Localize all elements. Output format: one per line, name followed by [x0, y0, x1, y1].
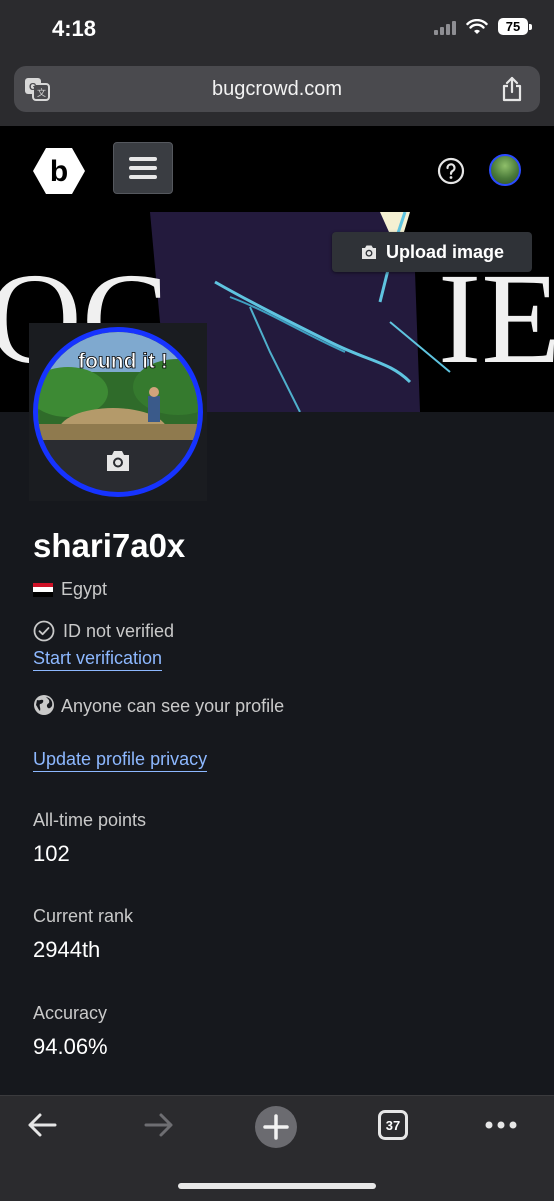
avatar-camera-icon[interactable] [104, 449, 132, 473]
username: shari7a0x [33, 527, 186, 564]
forward-icon[interactable] [143, 1110, 175, 1140]
browser-address-area: G 文 bugcrowd.com [0, 60, 554, 126]
country-name: Egypt [61, 579, 108, 599]
battery-level: 75 [498, 18, 528, 35]
id-status-row: ID not verified [33, 620, 174, 642]
globe-icon [34, 695, 54, 715]
bugcrowd-logo-icon[interactable]: b [32, 146, 86, 196]
stat-label-points: All-time points [33, 810, 147, 830]
share-icon[interactable] [500, 76, 524, 102]
stat-value-rank: 2944th [33, 937, 101, 962]
avatar-photo: found it ! [38, 332, 198, 440]
egypt-flag-icon [33, 582, 53, 597]
stat-value-accuracy: 94.06% [33, 1034, 108, 1059]
status-icons: 75 [434, 18, 532, 35]
new-tab-icon[interactable] [254, 1105, 298, 1149]
menu-button[interactable] [113, 142, 173, 194]
hamburger-icon [129, 157, 157, 161]
stat-value-points: 102 [33, 841, 70, 866]
start-verification-link[interactable]: Start verification [33, 648, 163, 671]
status-time: 4:18 [52, 16, 97, 41]
camera-icon [361, 245, 376, 259]
user-avatar[interactable] [489, 154, 521, 186]
stat-label-accuracy: Accuracy [33, 1003, 108, 1023]
status-bar: 4:18 75 [0, 0, 554, 60]
cellular-signal-icon [434, 19, 456, 35]
url-text[interactable]: bugcrowd.com [14, 78, 540, 101]
home-indicator[interactable] [178, 1183, 376, 1189]
site-header: b [0, 126, 554, 212]
check-circle-icon [33, 620, 55, 642]
privacy-text: Anyone can see your profile [61, 696, 285, 716]
tabs-count-button[interactable]: 37 [378, 1110, 408, 1140]
country-row: Egypt [33, 579, 107, 600]
id-status-text: ID not verified [63, 620, 175, 641]
back-icon[interactable] [26, 1110, 58, 1140]
logo-letter: b [50, 155, 68, 188]
help-icon[interactable] [437, 157, 465, 185]
address-bar[interactable]: G 文 bugcrowd.com [14, 66, 540, 112]
battery-icon: 75 [498, 18, 532, 35]
profile-avatar[interactable]: found it ! [33, 327, 203, 497]
avatar-caption: found it ! [78, 350, 168, 373]
stat-label-rank: Current rank [33, 906, 134, 926]
wifi-icon [466, 18, 488, 34]
more-options-icon[interactable] [484, 1120, 518, 1130]
privacy-row: Anyone can see your profile [33, 692, 293, 720]
upload-image-button[interactable]: Upload image [332, 232, 532, 272]
upload-image-label: Upload image [385, 241, 505, 262]
update-privacy-link[interactable]: Update profile privacy [33, 749, 208, 772]
